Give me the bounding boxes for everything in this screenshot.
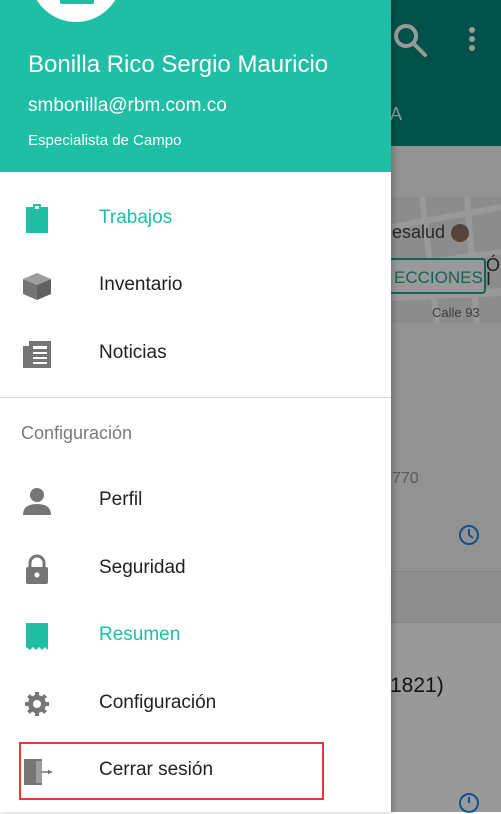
avatar-icon (60, 0, 94, 4)
nav-item-label: Inventario (99, 274, 183, 295)
avatar[interactable] (30, 0, 122, 22)
nav-item-inventario[interactable]: Inventario (0, 252, 391, 319)
nav-item-seguridad[interactable]: Seguridad (0, 535, 391, 602)
nav-item-perfil[interactable]: Perfil (0, 467, 391, 534)
drawer-header: Bonilla Rico Sergio Mauricio smbonilla@r… (0, 0, 391, 172)
navigation-drawer: Bonilla Rico Sergio Mauricio smbonilla@r… (0, 0, 391, 812)
nav-item-label: Perfil (99, 489, 143, 510)
nav-item-noticias[interactable]: Noticias (0, 320, 391, 387)
receipt-icon (26, 623, 48, 650)
section-title: Configuración (21, 423, 133, 443)
clipboard-icon (26, 204, 48, 233)
user-name: Bonilla Rico Sergio Mauricio (28, 51, 329, 78)
box-icon (23, 273, 51, 300)
nav-item-trabajos[interactable]: Trabajos (0, 185, 391, 252)
nav-item-label: Configuración (99, 692, 217, 713)
person-icon (23, 488, 51, 515)
nav-item-label: Seguridad (99, 557, 186, 578)
user-role: Especialista de Campo (28, 132, 182, 149)
nav-item-label: Noticias (99, 342, 167, 363)
user-email: smbonilla@rbm.com.co (28, 95, 227, 116)
nav-item-configuracion[interactable]: Configuración (0, 670, 391, 737)
section-divider (0, 397, 391, 398)
nav-item-resumen[interactable]: Resumen (0, 602, 391, 669)
lock-icon (26, 554, 48, 584)
selection-highlight (19, 742, 324, 800)
gear-icon (25, 692, 49, 716)
nav-item-label: Resumen (99, 624, 181, 645)
nav-item-label: Trabajos (99, 207, 173, 228)
newspaper-icon (23, 341, 51, 368)
